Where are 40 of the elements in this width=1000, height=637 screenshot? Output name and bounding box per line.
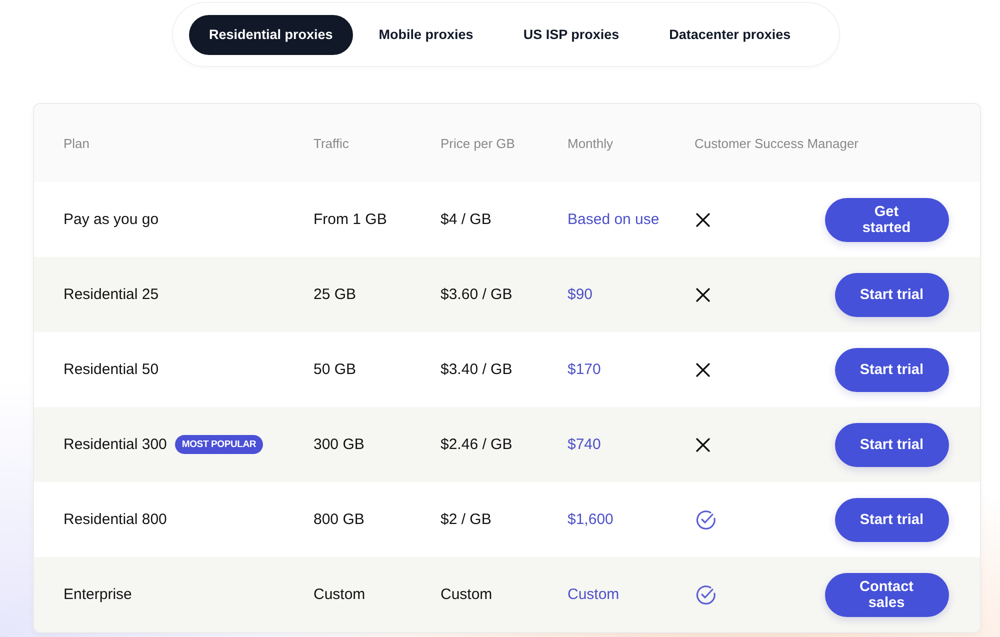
table-cell-text: $4 / GB xyxy=(440,211,492,228)
plan-name: Pay as you go xyxy=(64,211,159,228)
plan-name: Enterprise xyxy=(64,586,132,603)
table-cell-text: $740 xyxy=(568,436,602,453)
table-cell-text: $3.60 / GB xyxy=(440,286,514,303)
table-cell-text: Custom xyxy=(314,586,366,603)
table-cell-text: 50 GB xyxy=(314,361,358,378)
popular-badge: MOST POPULAR xyxy=(174,435,264,454)
table-cell-text: $2.46 / GB xyxy=(440,436,514,453)
tab[interactable]: Residential proxies xyxy=(189,14,353,54)
column-header: Price per GB xyxy=(440,136,516,150)
table-cell-text: $3.40 / GB xyxy=(440,361,514,378)
tab[interactable]: Mobile proxies xyxy=(358,14,494,54)
table-cell-text: 25 GB xyxy=(314,286,358,303)
table-cell-text: From 1 GB xyxy=(314,211,388,228)
table-cell-text: $170 xyxy=(568,361,602,378)
column-header: Plan xyxy=(64,136,91,150)
plan-name: Residential 800 xyxy=(64,511,167,528)
table-cell-text: $1,600 xyxy=(568,511,614,528)
table-cell-text: 800 GB xyxy=(314,511,366,528)
action-button[interactable]: Start trial xyxy=(834,422,948,466)
plan-name: Residential 300 xyxy=(64,436,167,453)
column-header: Monthly xyxy=(568,136,614,150)
table-cell-text: 300 GB xyxy=(314,436,366,453)
table-cell-text: Based on use xyxy=(568,211,660,228)
plan-name: Residential 25 xyxy=(64,286,159,303)
action-button[interactable]: Start trial xyxy=(834,348,948,392)
tab[interactable]: Datacenter proxies xyxy=(649,14,811,54)
action-button[interactable]: Contact sales xyxy=(824,572,948,616)
column-header: Traffic xyxy=(314,136,350,150)
table-cell-text: $90 xyxy=(568,286,594,303)
tab[interactable]: US ISP proxies xyxy=(503,14,640,54)
column-header: Customer Success Manager xyxy=(694,136,860,150)
action-button[interactable]: Start trial xyxy=(834,272,948,316)
table-cell-text: Custom xyxy=(568,586,620,603)
action-button[interactable]: Start trial xyxy=(834,498,948,542)
table-cell-text: Custom xyxy=(440,586,494,603)
plan-name: Residential 50 xyxy=(64,361,159,378)
table-cell-text: $2 / GB xyxy=(440,511,492,528)
action-button[interactable]: Get started xyxy=(824,198,948,242)
